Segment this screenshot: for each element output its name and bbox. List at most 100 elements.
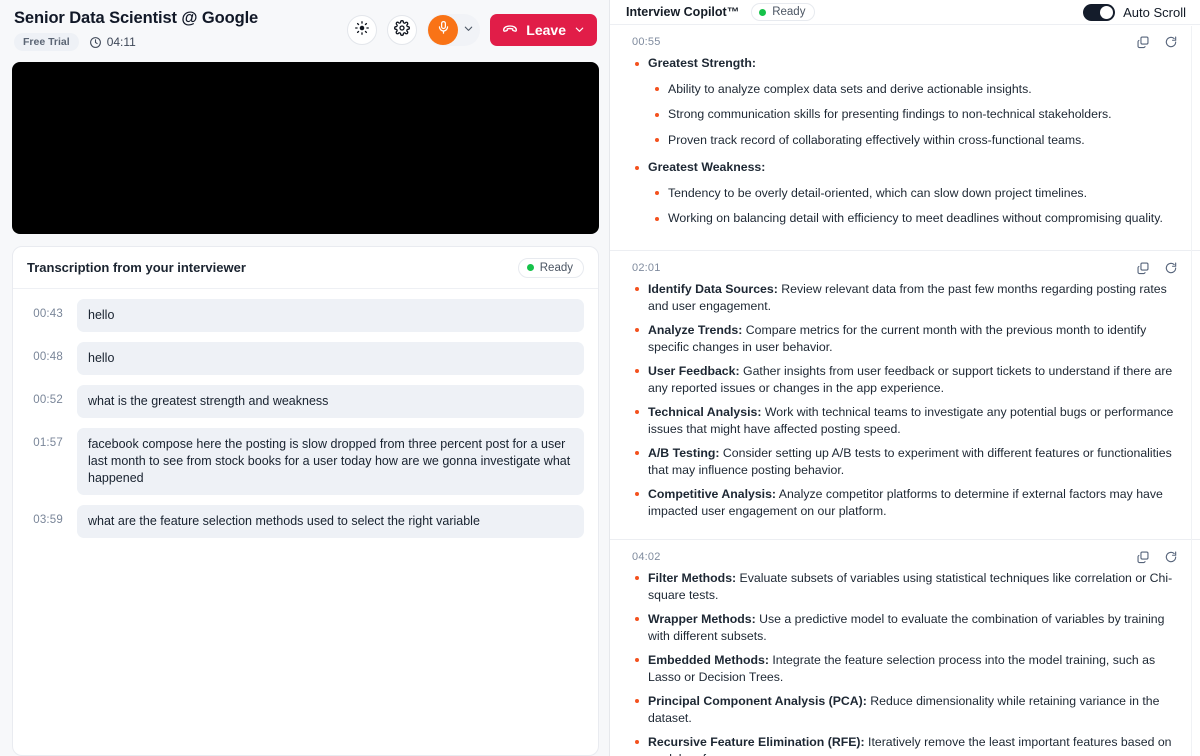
chevron-down-icon	[463, 21, 474, 39]
copilot-block-actions	[1136, 35, 1178, 49]
session-timer: 04:11	[89, 35, 136, 49]
transcript-row[interactable]: 01:57 facebook compose here the posting …	[27, 428, 584, 495]
leave-button[interactable]: Leave	[490, 14, 597, 46]
copilot-item-lead: Competitive Analysis:	[648, 486, 777, 501]
copilot-item-lead: Embedded Methods:	[648, 652, 769, 667]
copilot-item-lead: Technical Analysis:	[648, 404, 762, 419]
transcript-row[interactable]: 00:52 what is the greatest strength and …	[27, 385, 584, 418]
copilot-item-lead: Principal Component Analysis (PCA):	[648, 693, 867, 708]
copilot-list-item: User Feedback: Gather insights from user…	[632, 363, 1178, 398]
copilot-block: 04:02 Filter Methods: Evaluate subsets o…	[610, 540, 1200, 756]
auto-scroll-label: Auto Scroll	[1123, 4, 1186, 20]
clock-icon	[89, 36, 102, 49]
transcript-row[interactable]: 03:59 what are the feature selection met…	[27, 505, 584, 538]
copilot-list-item: Identify Data Sources: Review relevant d…	[632, 281, 1178, 316]
transcript-timestamp: 01:57	[33, 437, 63, 449]
page-title: Senior Data Scientist @ Google	[14, 9, 259, 27]
copilot-subitem: Strong communication skills for presenti…	[648, 106, 1178, 124]
call-controls: Leave	[347, 8, 597, 46]
copilot-list-item: Analyze Trends: Compare metrics for the …	[632, 322, 1178, 357]
brightness-icon	[354, 20, 370, 41]
refresh-icon[interactable]	[1164, 550, 1178, 564]
refresh-icon[interactable]	[1164, 261, 1178, 275]
copilot-block-timestamp: 04:02	[632, 550, 661, 563]
chevron-down-icon	[574, 22, 585, 38]
copilot-item-lead: User Feedback:	[648, 363, 740, 378]
gear-icon	[394, 19, 411, 41]
copilot-block: 00:55 Greatest Strength: Ability to anal…	[610, 25, 1200, 251]
session-meta: Free Trial 04:11	[14, 33, 258, 51]
microphone-dropdown-button[interactable]	[460, 21, 476, 39]
copilot-subitem: Working on balancing detail with efficie…	[648, 210, 1178, 228]
copilot-sublist: Ability to analyze complex data sets and…	[648, 81, 1178, 150]
refresh-icon[interactable]	[1164, 35, 1178, 49]
settings-button[interactable]	[387, 15, 418, 45]
transcript-row[interactable]: 00:48 hello	[27, 342, 584, 375]
copilot-list: Identify Data Sources: Review relevant d…	[632, 281, 1178, 521]
copilot-list-item: Filter Methods: Evaluate subsets of vari…	[632, 570, 1178, 605]
copilot-subitem: Ability to analyze complex data sets and…	[648, 81, 1178, 99]
transcription-title: Transcription from your interviewer	[27, 260, 246, 275]
copilot-block: 02:01 Identify Data Sources: Review rele…	[610, 251, 1200, 540]
copilot-panel: Interview Copilot™ Ready Auto Scroll 00:…	[610, 0, 1200, 756]
copilot-item-lead: Analyze Trends:	[648, 322, 743, 337]
transcript-timestamp: 00:43	[33, 308, 63, 320]
copilot-header: Interview Copilot™ Ready Auto Scroll	[610, 0, 1200, 25]
copy-icon[interactable]	[1136, 35, 1150, 49]
left-topbar: Senior Data Scientist @ Google Free Tria…	[0, 0, 609, 58]
copilot-block-timestamp: 00:55	[632, 36, 661, 48]
transcript-timestamp: 03:59	[33, 514, 63, 526]
copilot-item-lead: Identify Data Sources:	[648, 281, 778, 296]
transcript-timestamp: 00:52	[33, 394, 63, 406]
copilot-item-lead: Wrapper Methods:	[648, 611, 756, 626]
copy-icon[interactable]	[1136, 261, 1150, 275]
copilot-item-lead: A/B Testing:	[648, 445, 720, 460]
brightness-button[interactable]	[347, 15, 378, 45]
copilot-block-header: 02:01	[632, 261, 1178, 275]
video-preview[interactable]	[12, 62, 599, 234]
leave-button-label: Leave	[526, 22, 566, 38]
copilot-item-lead: Filter Methods:	[648, 570, 737, 585]
copilot-status-badge: Ready	[751, 3, 816, 21]
transcript-text: what is the greatest strength and weakne…	[77, 385, 584, 418]
status-dot-icon	[526, 264, 534, 271]
copilot-block-timestamp: 02:01	[632, 261, 661, 274]
auto-scroll-control: Auto Scroll	[1083, 3, 1186, 21]
copilot-header-left: Interview Copilot™ Ready	[626, 3, 816, 21]
copilot-item-lead: Recursive Feature Elimination (RFE):	[648, 734, 865, 749]
copilot-block-actions	[1136, 261, 1178, 275]
copilot-item-body: Consider setting up A/B tests to experim…	[648, 445, 1172, 478]
transcript-text: what are the feature selection methods u…	[77, 505, 584, 538]
copilot-scrollbar[interactable]	[1191, 26, 1192, 756]
transcription-list: 00:43 hello 00:48 hello 00:52 what is th…	[13, 289, 598, 548]
transcription-status-badge: Ready	[517, 257, 584, 278]
session-info: Senior Data Scientist @ Google Free Tria…	[12, 8, 258, 51]
auto-scroll-toggle[interactable]	[1083, 3, 1116, 21]
timer-value: 04:11	[106, 35, 136, 49]
microphone-button[interactable]	[428, 15, 459, 45]
copilot-block-header: 04:02	[632, 550, 1178, 564]
transcription-header: Transcription from your interviewer Read…	[13, 247, 598, 289]
transcript-text: hello	[77, 342, 584, 375]
copilot-list-item: Greatest Weakness: Tendency to be overly…	[632, 159, 1178, 228]
copilot-subitem: Tendency to be overly detail-oriented, w…	[648, 185, 1178, 203]
transcript-text: hello	[77, 299, 584, 332]
transcription-card: Transcription from your interviewer Read…	[12, 246, 599, 756]
microphone-icon	[436, 20, 451, 40]
phone-hangup-icon	[502, 21, 518, 40]
copilot-list-item: Greatest Strength: Ability to analyze co…	[632, 55, 1178, 149]
copilot-list-item: Competitive Analysis: Analyze competitor…	[632, 486, 1178, 521]
copilot-item-lead: Greatest Strength:	[648, 56, 756, 70]
app-root: Senior Data Scientist @ Google Free Tria…	[0, 0, 1200, 756]
copilot-list-item: A/B Testing: Consider setting up A/B tes…	[632, 445, 1178, 480]
transcript-row[interactable]: 00:43 hello	[27, 299, 584, 332]
copilot-sublist: Tendency to be overly detail-oriented, w…	[648, 185, 1178, 228]
copy-icon[interactable]	[1136, 550, 1150, 564]
copilot-subitem: Proven track record of collaborating eff…	[648, 132, 1178, 150]
transcript-timestamp: 00:48	[33, 351, 63, 363]
copilot-list: Filter Methods: Evaluate subsets of vari…	[632, 570, 1178, 756]
copilot-list-item: Recursive Feature Elimination (RFE): Ite…	[632, 734, 1178, 756]
copilot-list: Greatest Strength: Ability to analyze co…	[632, 55, 1178, 228]
status-dot-icon	[759, 8, 767, 16]
toggle-knob	[1100, 5, 1114, 19]
